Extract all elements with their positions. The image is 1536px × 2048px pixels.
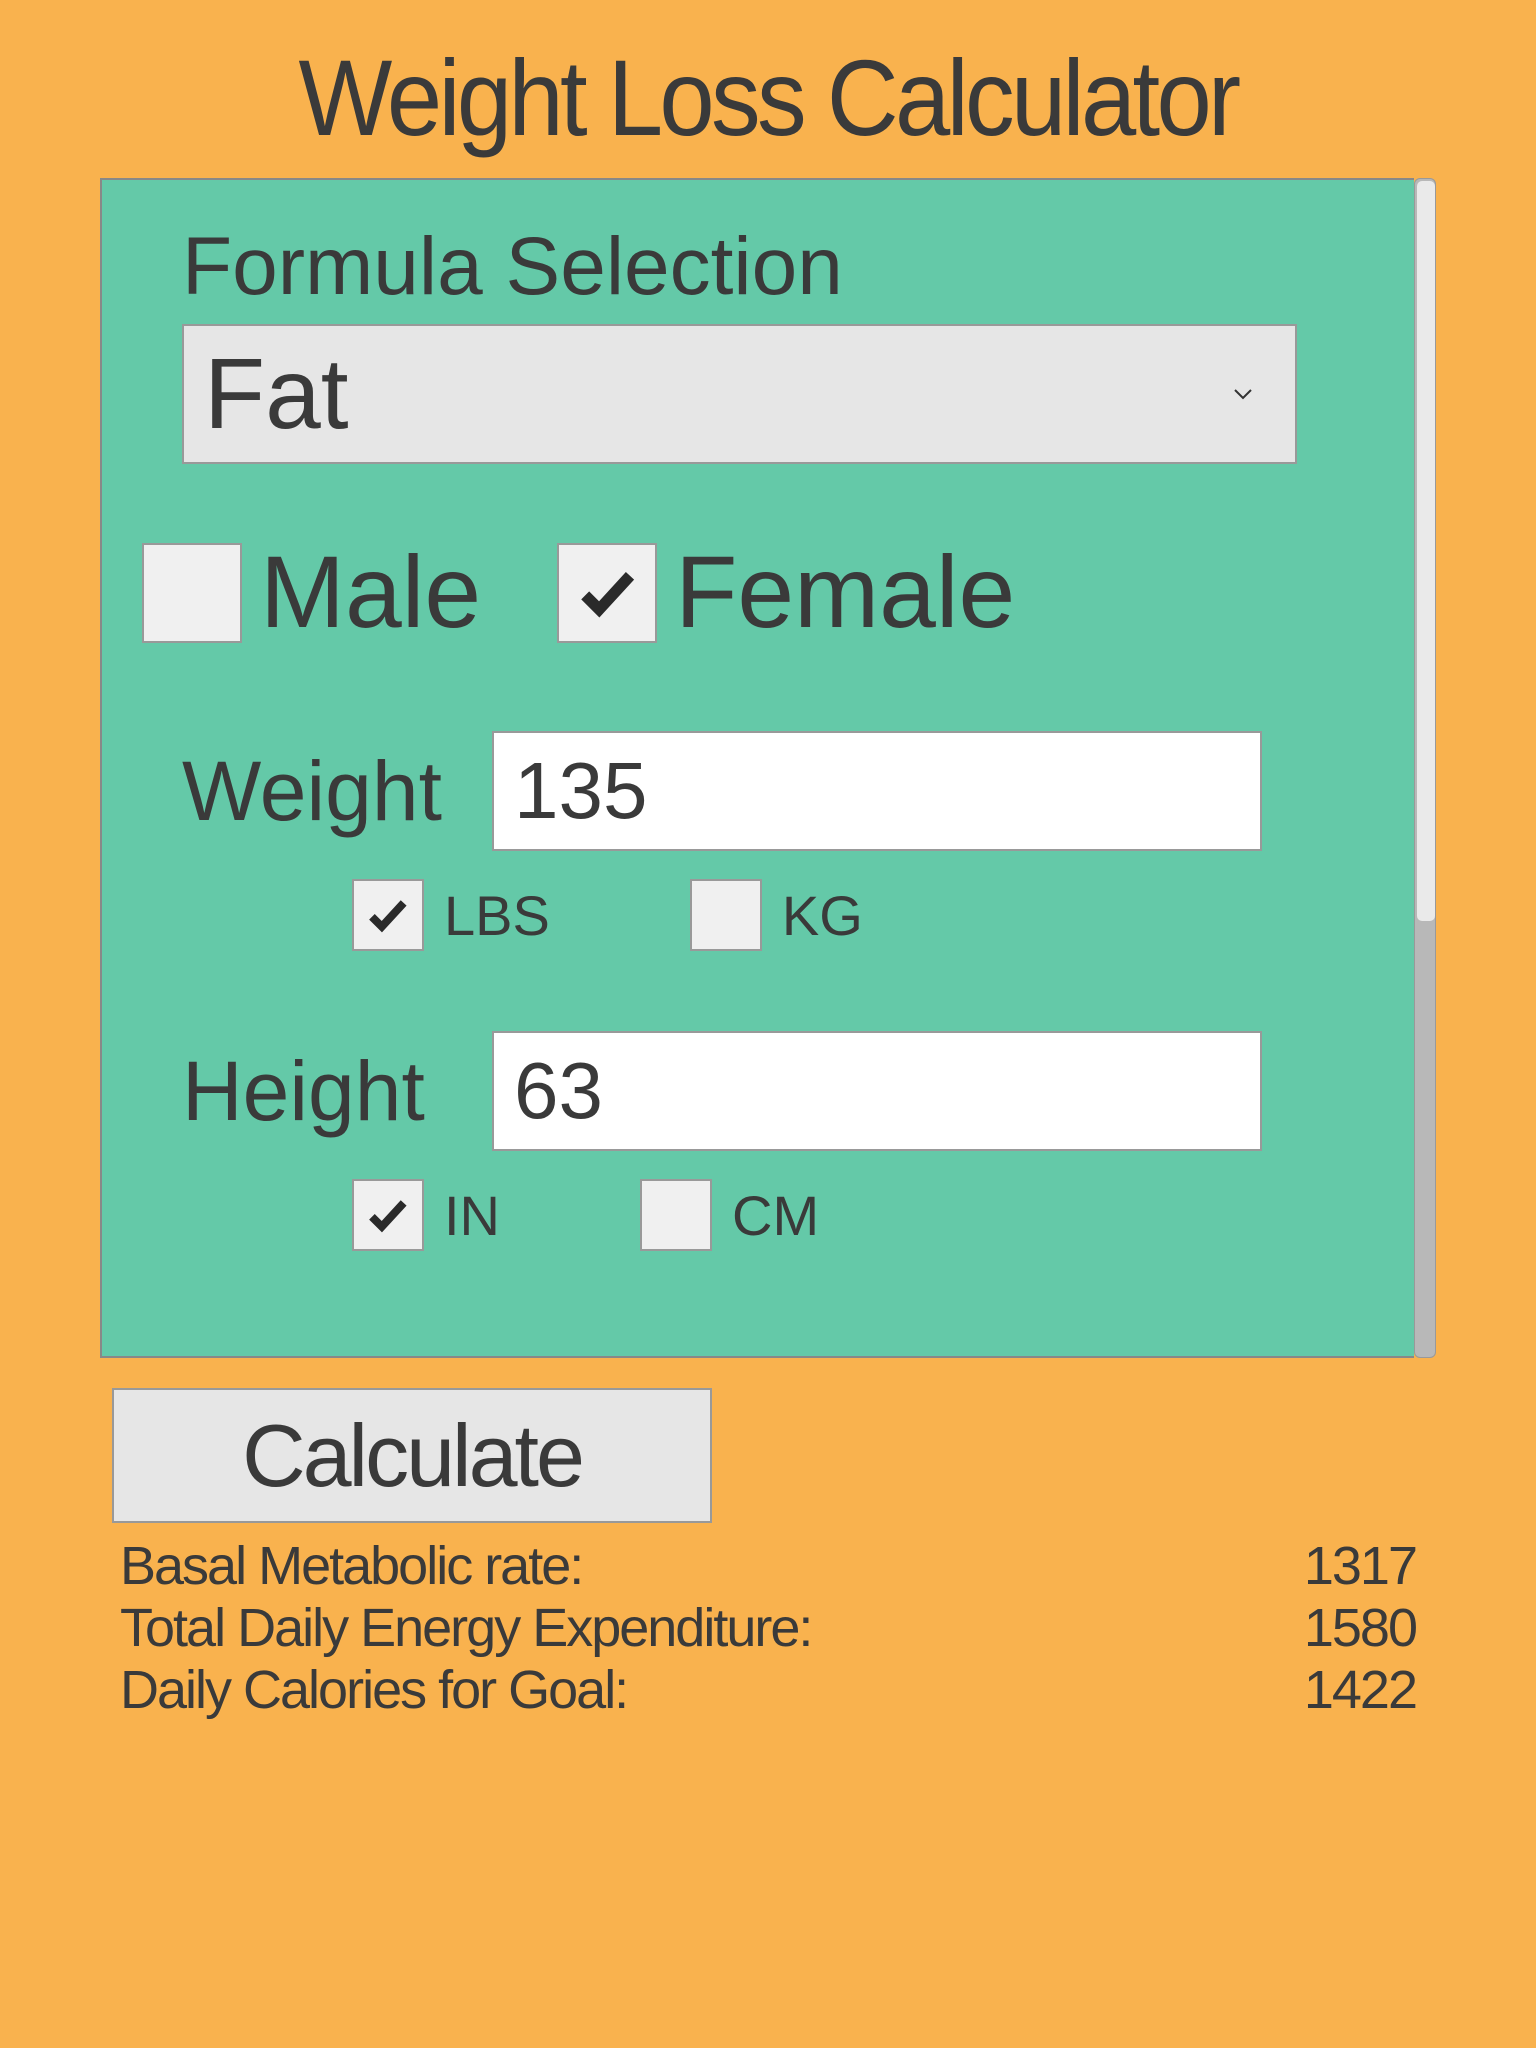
kg-checkbox[interactable] xyxy=(690,879,762,951)
chevron-down-icon xyxy=(1231,382,1255,406)
scrollbar[interactable] xyxy=(1414,178,1436,1358)
weight-unit-row: LBS KG xyxy=(352,879,1354,951)
formula-dropdown[interactable]: Fat xyxy=(182,324,1297,464)
bmr-label: Basal Metabolic rate: xyxy=(120,1535,582,1597)
height-row: Height 63 xyxy=(182,1031,1354,1151)
cm-label: CM xyxy=(732,1183,819,1248)
male-checkbox[interactable] xyxy=(142,543,242,643)
tdee-row: Total Daily Energy Expenditure: 1580 xyxy=(120,1597,1416,1659)
female-label: Female xyxy=(675,534,1015,651)
goal-row: Daily Calories for Goal: 1422 xyxy=(120,1659,1416,1721)
bmr-value: 1317 xyxy=(1304,1535,1416,1597)
tdee-value: 1580 xyxy=(1304,1597,1416,1659)
weight-row: Weight 135 xyxy=(182,731,1354,851)
calculate-button[interactable]: Calculate xyxy=(112,1388,712,1523)
gender-row: Male Female xyxy=(142,534,1354,651)
form-panel-wrap: Formula Selection Fat Male Female Weight… xyxy=(100,178,1436,1358)
page-title: Weight Loss Calculator xyxy=(61,0,1474,160)
check-icon xyxy=(364,891,412,939)
lbs-label: LBS xyxy=(444,883,550,948)
male-label: Male xyxy=(260,534,481,651)
height-unit-row: IN CM xyxy=(352,1179,1354,1251)
results-block: Basal Metabolic rate: 1317 Total Daily E… xyxy=(120,1535,1416,1721)
in-checkbox[interactable] xyxy=(352,1179,424,1251)
female-checkbox[interactable] xyxy=(557,543,657,643)
formula-selected: Fat xyxy=(204,337,348,452)
bmr-row: Basal Metabolic rate: 1317 xyxy=(120,1535,1416,1597)
kg-label: KG xyxy=(782,883,863,948)
check-icon xyxy=(574,559,641,626)
height-label: Height xyxy=(182,1043,492,1140)
check-icon xyxy=(364,1191,412,1239)
scrollbar-thumb[interactable] xyxy=(1417,181,1435,921)
weight-label: Weight xyxy=(182,743,492,840)
form-panel: Formula Selection Fat Male Female Weight… xyxy=(100,178,1414,1358)
in-label: IN xyxy=(444,1183,500,1248)
goal-label: Daily Calories for Goal: xyxy=(120,1659,627,1721)
goal-value: 1422 xyxy=(1304,1659,1416,1721)
weight-input[interactable]: 135 xyxy=(492,731,1262,851)
tdee-label: Total Daily Energy Expenditure: xyxy=(120,1597,811,1659)
height-input[interactable]: 63 xyxy=(492,1031,1262,1151)
cm-checkbox[interactable] xyxy=(640,1179,712,1251)
lbs-checkbox[interactable] xyxy=(352,879,424,951)
formula-label: Formula Selection xyxy=(182,220,1354,314)
